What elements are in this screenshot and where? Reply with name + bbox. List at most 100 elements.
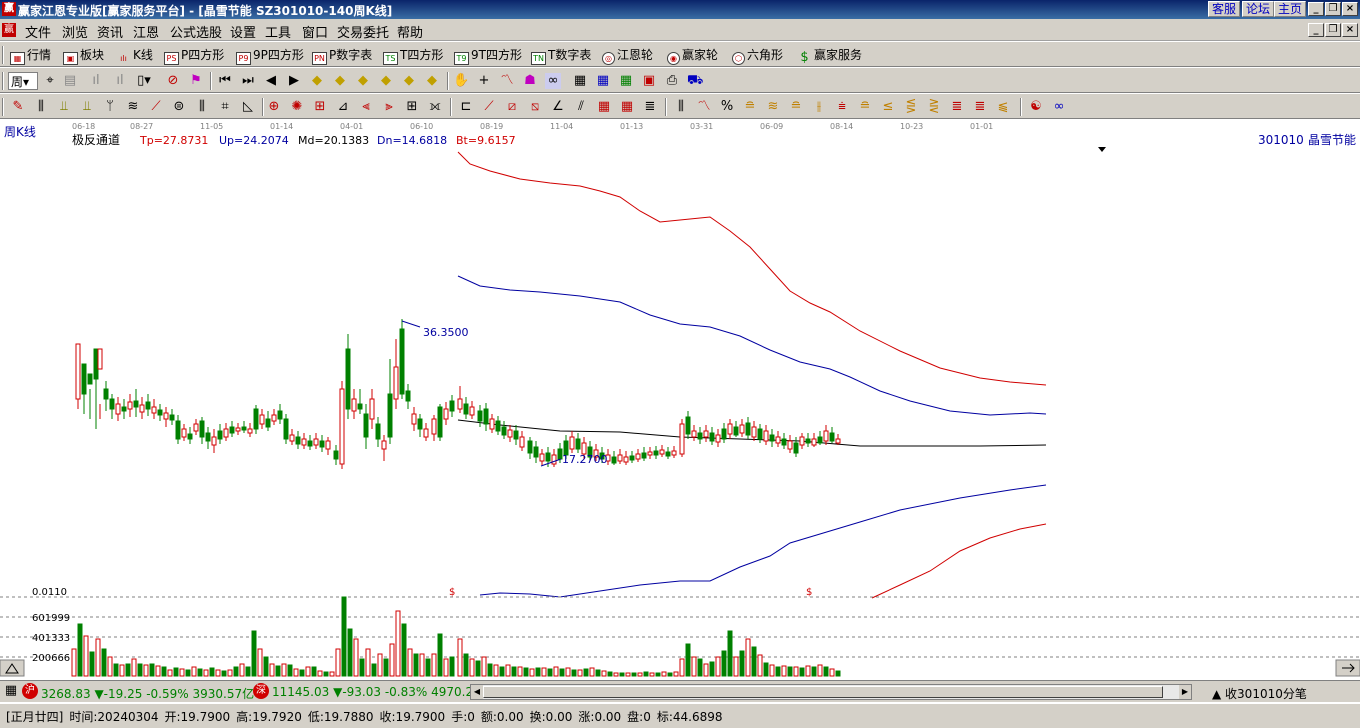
menu-window[interactable]: 窗口	[302, 22, 328, 41]
table-icon[interactable]: ▦	[595, 73, 611, 89]
save-icon[interactable]: ▣	[641, 73, 657, 89]
tool-kline[interactable]: ılı K线	[116, 46, 153, 64]
menu-app-icon[interactable]: 赢	[2, 23, 16, 37]
child-close-button[interactable]: ×	[1342, 23, 1358, 37]
last-icon[interactable]: ⏭	[240, 73, 256, 89]
draw-tool-7-icon[interactable]: ⊜	[171, 99, 187, 115]
menu-formula[interactable]: 公式选股	[170, 22, 222, 41]
tool-winner-wheel[interactable]: ◉ 赢家轮	[667, 46, 718, 65]
draw-tool-30-icon[interactable]: ≘	[742, 99, 758, 115]
sheet-icon[interactable]: ▦	[618, 73, 634, 89]
draw-tool-36-icon[interactable]: ≤	[880, 99, 896, 115]
draw-tool-29-icon[interactable]: 〽	[696, 99, 712, 115]
draw-tool-31-icon[interactable]: ≋	[765, 99, 781, 115]
tool-p-table[interactable]: PN P数字表	[312, 46, 372, 65]
tool-gann-wheel[interactable]: ◎ 江恩轮	[602, 46, 653, 65]
draw-tool-15-icon[interactable]: ⫷	[358, 99, 374, 115]
scroll-left-icon[interactable]: ◀	[471, 685, 483, 699]
tool-t-square[interactable]: TS T四方形	[383, 46, 443, 65]
right-icon[interactable]: ▶	[286, 73, 302, 89]
draw-tool-27-icon[interactable]: ≣	[642, 99, 658, 115]
child-minimize-button[interactable]: _	[1308, 23, 1324, 37]
draw-tool-19-icon[interactable]: ⊏	[458, 99, 474, 115]
horizontal-scrollbar[interactable]: ◀ ▶	[470, 684, 1192, 700]
menu-file[interactable]: 文件	[25, 22, 51, 41]
percent-icon[interactable]: %	[719, 99, 735, 115]
tool-quotes[interactable]: ▦ 行情	[10, 46, 51, 65]
scroll-right-icon[interactable]: ▶	[1179, 685, 1191, 699]
link-icon[interactable]: ∞	[545, 73, 561, 89]
draw-tool-13-icon[interactable]: ⊞	[312, 99, 328, 115]
tool-hexagon[interactable]: ⬡ 六角形	[732, 46, 783, 65]
tool-winner-service[interactable]: $ 赢家服务	[797, 46, 862, 64]
truck-icon[interactable]: ⛟	[687, 73, 703, 89]
draw-tool-16-icon[interactable]: ⫸	[381, 99, 397, 115]
draw-tool-37-icon[interactable]: ⋚	[903, 99, 919, 115]
calendar-icon[interactable]: ▦	[572, 73, 588, 89]
tick-data-link[interactable]: ▲ 收301010分笔	[1212, 685, 1307, 702]
draw-tool-17-icon[interactable]: ⊞	[404, 99, 420, 115]
diamond1-icon[interactable]: ◆	[309, 73, 325, 89]
menu-tools[interactable]: 工具	[265, 22, 291, 41]
draw-tool-14-icon[interactable]: ⊿	[335, 99, 351, 115]
draw-tool-22-icon[interactable]: ⧅	[527, 99, 543, 115]
tool-t-table[interactable]: TN T数字表	[531, 46, 591, 65]
close-button[interactable]: ×	[1342, 2, 1358, 16]
pen-icon[interactable]: ✎	[10, 99, 26, 115]
print-icon[interactable]: ⎙	[664, 73, 680, 89]
tool-sectors[interactable]: ▣ 板块	[63, 46, 104, 65]
draw-tool-23-icon[interactable]: ∠	[550, 99, 566, 115]
bar-icon[interactable]: ıl	[88, 73, 104, 89]
minimize-button[interactable]: _	[1308, 2, 1324, 16]
diamond5-icon[interactable]: ◆	[401, 73, 417, 89]
period-select[interactable]: 周▾	[8, 72, 38, 90]
infinity-icon[interactable]: ∞	[1051, 99, 1067, 115]
clear-icon[interactable]: ⊘	[165, 73, 181, 89]
first-icon[interactable]: ⏮	[217, 73, 233, 89]
link-forum[interactable]: 论坛	[1242, 1, 1275, 17]
draw-tool-1-icon[interactable]: ⫼	[33, 99, 49, 115]
draw-tool-39-icon[interactable]: ≣	[949, 99, 965, 115]
menu-settings[interactable]: 设置	[230, 22, 256, 41]
tool-9t-square[interactable]: T9 9T四方形	[454, 46, 522, 65]
draw-tool-8-icon[interactable]: ⫼	[194, 99, 210, 115]
up-triangle-button[interactable]	[0, 659, 25, 677]
flag-icon[interactable]: ⚑	[188, 73, 204, 89]
draw-tool-21-icon[interactable]: ⧄	[504, 99, 520, 115]
zigzag-icon[interactable]: 〽	[499, 73, 515, 89]
diamond6-icon[interactable]: ◆	[424, 73, 440, 89]
draw-tool-12-icon[interactable]: ✺	[289, 99, 305, 115]
tool-p-square[interactable]: PS P四方形	[164, 46, 224, 65]
draw-tool-4-icon[interactable]: ᛘ	[102, 99, 118, 115]
draw-tool-34-icon[interactable]: ⩧	[834, 99, 850, 115]
crosshair-icon[interactable]: ⌖	[42, 73, 58, 89]
candle-select-icon[interactable]: ▯▾	[136, 73, 152, 89]
draw-tool-38-icon[interactable]: ⋛	[926, 99, 942, 115]
hand-icon[interactable]: ✋	[453, 73, 469, 89]
menu-news[interactable]: 资讯	[97, 22, 123, 41]
bar2-icon[interactable]: ıl	[112, 73, 128, 89]
doc-icon[interactable]: ▤	[62, 73, 78, 89]
link-home[interactable]: 主页	[1274, 1, 1307, 17]
diamond4-icon[interactable]: ◆	[378, 73, 394, 89]
draw-tool-11-icon[interactable]: ⊕	[266, 99, 282, 115]
kline-chart[interactable]: 06-18 08-27 11-05 01-14 04-01 06-10 08-19 11-04…	[0, 119, 1360, 679]
restore-button[interactable]: ❐	[1325, 2, 1341, 16]
child-restore-button[interactable]: ❐	[1325, 23, 1341, 37]
menu-trade[interactable]: 交易委托	[337, 22, 389, 41]
yinyang-icon[interactable]: ☯	[1028, 99, 1044, 115]
draw-tool-33-icon[interactable]: ⫲	[811, 99, 827, 115]
draw-tool-5-icon[interactable]: ≋	[125, 99, 141, 115]
left-icon[interactable]: ◀	[263, 73, 279, 89]
chart-canvas[interactable]: 06-18 08-27 11-05 01-14 04-01 06-10 08-19 11-04…	[0, 119, 1360, 679]
draw-tool-28-icon[interactable]: ⫼	[673, 99, 689, 115]
diamond2-icon[interactable]: ◆	[332, 73, 348, 89]
calc-icon[interactable]: ▦	[3, 683, 19, 699]
draw-tool-40-icon[interactable]: ≣	[972, 99, 988, 115]
plus-icon[interactable]: +	[476, 73, 492, 89]
draw-tool-32-icon[interactable]: ≘	[788, 99, 804, 115]
draw-tool-6-icon[interactable]: ⟋	[148, 99, 164, 115]
draw-tool-25-icon[interactable]: ▦	[596, 99, 612, 115]
draw-tool-2-icon[interactable]: ⫫	[56, 99, 72, 115]
scroll-thumb[interactable]	[483, 686, 1163, 698]
